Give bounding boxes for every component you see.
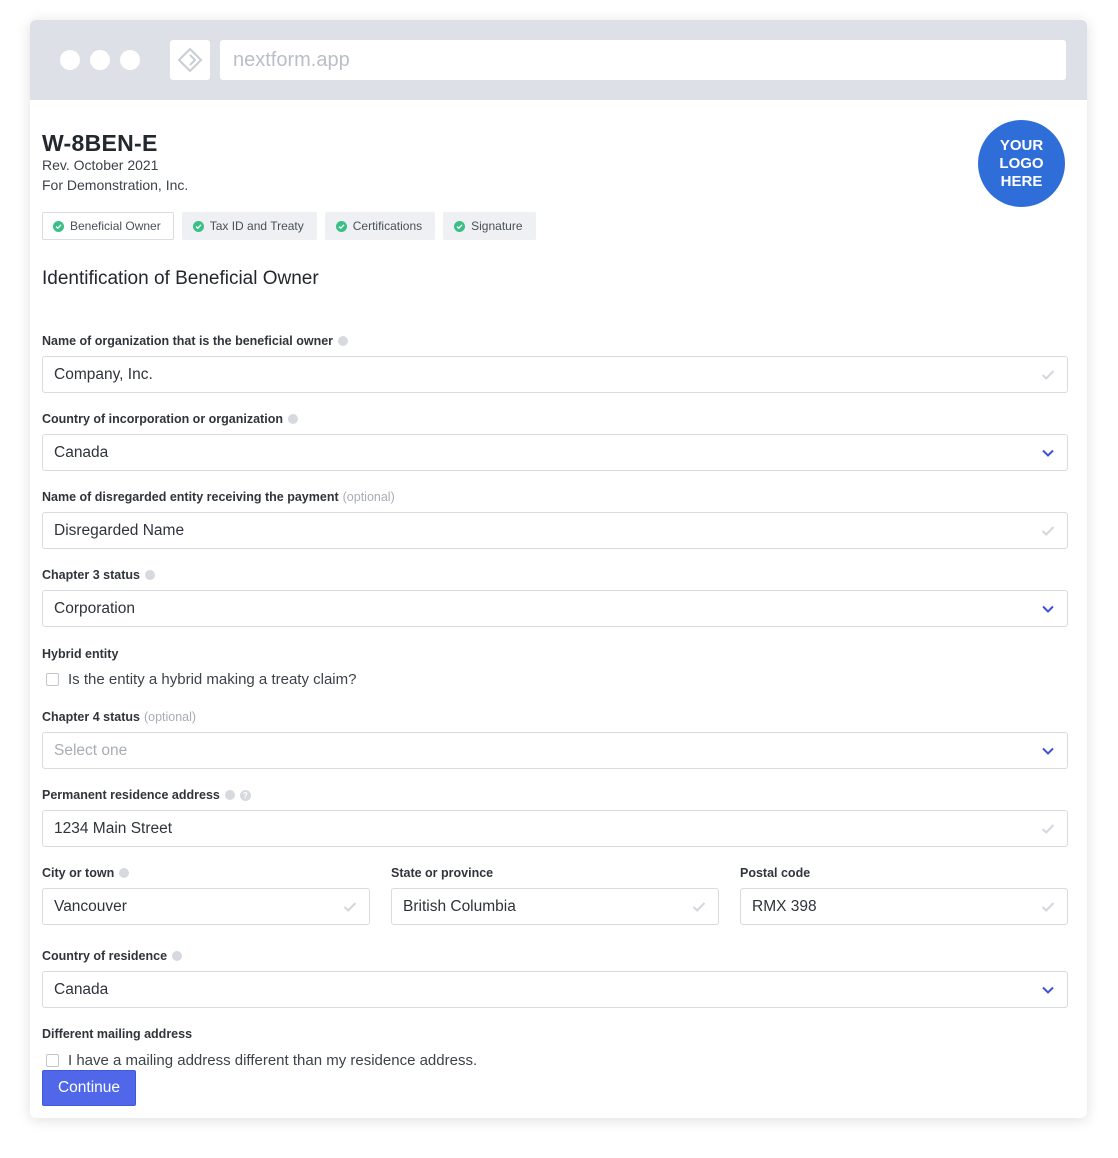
logo-line: HERE <box>1000 172 1043 190</box>
org-name-input[interactable]: Company, Inc. <box>42 356 1068 393</box>
checkmark-icon <box>1041 368 1055 382</box>
checkmark-icon <box>343 900 357 914</box>
chevron-down-icon <box>1041 602 1055 616</box>
info-icon[interactable] <box>119 868 130 878</box>
site-icon <box>170 40 210 80</box>
field-value: RMX 398 <box>752 897 817 915</box>
disregarded-entity-input[interactable]: Disregarded Name <box>42 512 1068 549</box>
window-dot-minimize[interactable] <box>90 50 110 70</box>
checkmark-icon <box>1041 822 1055 836</box>
state-input[interactable]: British Columbia <box>391 888 719 925</box>
field-value: Disregarded Name <box>54 521 185 539</box>
tab-label: Signature <box>471 219 523 233</box>
country-residence-label: Country of residence <box>42 949 183 963</box>
window-dot-maximize[interactable] <box>120 50 140 70</box>
hybrid-entity-checkbox[interactable] <box>46 673 59 686</box>
tab-beneficial-owner[interactable]: Beneficial Owner <box>42 212 174 240</box>
field-value: 1234 Main Street <box>54 819 173 837</box>
checkmark-icon <box>692 900 706 914</box>
check-circle-icon <box>454 220 466 232</box>
field-value: Company, Inc. <box>54 365 153 383</box>
form-title: W-8BEN-E <box>42 130 158 156</box>
help-icon[interactable]: ? <box>239 789 251 801</box>
logo-line: LOGO <box>999 154 1044 172</box>
checkbox-label: Is the entity a hybrid making a treaty c… <box>68 671 357 688</box>
field-placeholder: Select one <box>54 741 128 759</box>
label-text: Name of disregarded entity receiving the… <box>42 490 339 504</box>
chapter4-status-label: Chapter 4 status (optional) <box>42 710 196 724</box>
chevron-down-icon <box>1041 983 1055 997</box>
info-icon[interactable] <box>172 951 183 961</box>
check-circle-icon <box>53 220 64 232</box>
chevron-down-icon <box>1041 446 1055 460</box>
field-value: British Columbia <box>403 897 516 915</box>
label-text: Country of residence <box>42 949 168 963</box>
check-circle-icon <box>335 220 347 232</box>
tab-label: Tax ID and Treaty <box>209 219 304 233</box>
window-dot-close[interactable] <box>60 50 80 70</box>
tab-certifications[interactable]: Certifications <box>324 212 436 240</box>
checkmark-icon <box>1041 900 1055 914</box>
chevron-down-icon <box>1041 744 1055 758</box>
label-text: Country of incorporation or organization <box>42 412 283 426</box>
optional-tag: (optional) <box>143 710 197 724</box>
form-revision: Rev. October 2021 <box>42 157 159 173</box>
residence-address-label: Permanent residence address ? <box>42 788 251 802</box>
company-logo: YOUR LOGO HERE <box>978 120 1065 207</box>
info-icon[interactable] <box>338 336 349 346</box>
chapter3-status-select[interactable]: Corporation <box>42 590 1068 627</box>
mailing-address-label: Different mailing address <box>42 1027 193 1041</box>
info-icon[interactable] <box>287 414 298 424</box>
tab-signature[interactable]: Signature <box>443 212 536 240</box>
label-text: Chapter 3 status <box>42 568 140 582</box>
city-label: City or town <box>42 866 130 880</box>
section-title: Identification of Beneficial Owner <box>42 268 319 289</box>
postal-code-label: Postal code <box>740 866 811 880</box>
tab-label: Certifications <box>352 219 423 233</box>
checkbox-label: I have a mailing address different than … <box>68 1052 478 1069</box>
browser-chrome: nextform.app <box>30 20 1087 100</box>
form-company: For Demonstration, Inc. <box>42 177 189 193</box>
label-text: Chapter 4 status <box>42 710 140 724</box>
continue-button[interactable]: Continue <box>42 1070 136 1106</box>
field-value: Vancouver <box>54 897 127 915</box>
city-input[interactable]: Vancouver <box>42 888 370 925</box>
postal-code-input[interactable]: RMX 398 <box>740 888 1068 925</box>
tab-label: Beneficial Owner <box>70 219 161 233</box>
info-icon[interactable] <box>224 790 235 800</box>
check-circle-icon <box>192 220 204 232</box>
hybrid-entity-label: Hybrid entity <box>42 647 119 661</box>
chapter4-status-select[interactable]: Select one <box>42 732 1068 769</box>
label-text: Permanent residence address <box>42 788 220 802</box>
residence-address-input[interactable]: 1234 Main Street <box>42 810 1068 847</box>
step-tabs: Beneficial Owner Tax ID and Treaty Certi… <box>42 212 536 240</box>
checkmark-icon <box>1041 524 1055 538</box>
field-value: Corporation <box>54 599 135 617</box>
state-label: State or province <box>391 866 494 880</box>
hybrid-entity-checkbox-row[interactable]: Is the entity a hybrid making a treaty c… <box>46 671 356 688</box>
org-name-label: Name of organization that is the benefic… <box>42 334 349 348</box>
address-bar[interactable]: nextform.app <box>220 40 1066 80</box>
label-text: City or town <box>42 866 115 880</box>
mailing-address-checkbox-row[interactable]: I have a mailing address different than … <box>46 1052 477 1069</box>
optional-tag: (optional) <box>342 490 395 504</box>
country-residence-select[interactable]: Canada <box>42 971 1068 1008</box>
country-incorporation-select[interactable]: Canada <box>42 434 1068 471</box>
logo-line: YOUR <box>999 136 1044 154</box>
form-page: W-8BEN-E Rev. October 2021 For Demonstra… <box>30 100 1087 1118</box>
tab-tax-id-and-treaty[interactable]: Tax ID and Treaty <box>181 212 317 240</box>
chapter3-status-label: Chapter 3 status <box>42 568 155 582</box>
disregarded-entity-label: Name of disregarded entity receiving the… <box>42 490 395 504</box>
field-value: Canada <box>54 980 109 998</box>
field-value: Canada <box>54 443 109 461</box>
label-text: Name of organization that is the benefic… <box>42 334 334 348</box>
browser-window: nextform.app W-8BEN-E Rev. October 2021 … <box>30 20 1087 1118</box>
info-icon[interactable] <box>144 570 155 580</box>
mailing-address-checkbox[interactable] <box>46 1054 59 1067</box>
country-incorporation-label: Country of incorporation or organization <box>42 412 298 426</box>
